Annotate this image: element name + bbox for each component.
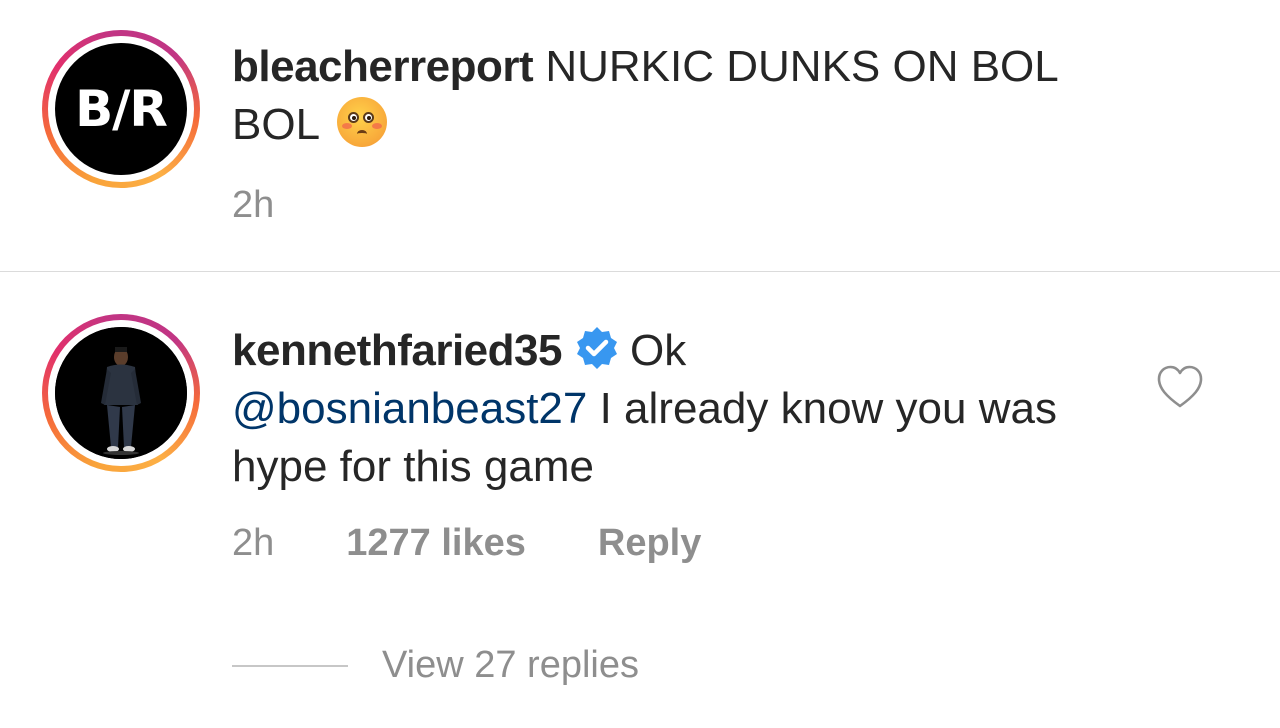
reply-button[interactable]: Reply xyxy=(598,522,701,565)
comment-username[interactable]: kennethfaried35 xyxy=(232,326,562,375)
avatar-kennethfaried35[interactable] xyxy=(42,314,200,472)
view-replies-label: View 27 replies xyxy=(382,644,640,686)
verified-badge-icon xyxy=(576,327,617,369)
caption-text: bleacherreport NURKIC DUNKS ON BOL BOL xyxy=(232,38,1132,154)
replies-line-icon xyxy=(232,664,348,667)
comment-text-start: Ok xyxy=(629,326,687,375)
person-photo xyxy=(55,327,187,459)
caption-timestamp: 2h xyxy=(232,184,275,226)
flushed-face-emoji-icon xyxy=(336,97,387,147)
comment-timestamp: 2h xyxy=(232,522,275,564)
divider xyxy=(0,271,1280,272)
mention-link[interactable]: @bosnianbeast27 xyxy=(232,384,587,433)
bleacher-report-logo: B/R xyxy=(75,80,168,138)
likes-count-button[interactable]: 1277 likes xyxy=(346,522,526,565)
caption-username[interactable]: bleacherreport xyxy=(232,42,534,91)
view-replies-button[interactable]: View 27 replies xyxy=(232,644,639,687)
avatar-bleacherreport[interactable]: B/R xyxy=(42,30,200,188)
comments-view: B/R bleacherreport NURKIC DUNKS ON BOL B… xyxy=(0,0,1280,728)
comment-text: kennethfaried35 Ok @bosnianbeast27 I alr… xyxy=(232,322,1112,496)
comment-meta: 2h 1277 likes Reply xyxy=(232,522,701,565)
caption-meta: 2h xyxy=(232,184,346,227)
like-heart-icon[interactable] xyxy=(1156,364,1204,410)
